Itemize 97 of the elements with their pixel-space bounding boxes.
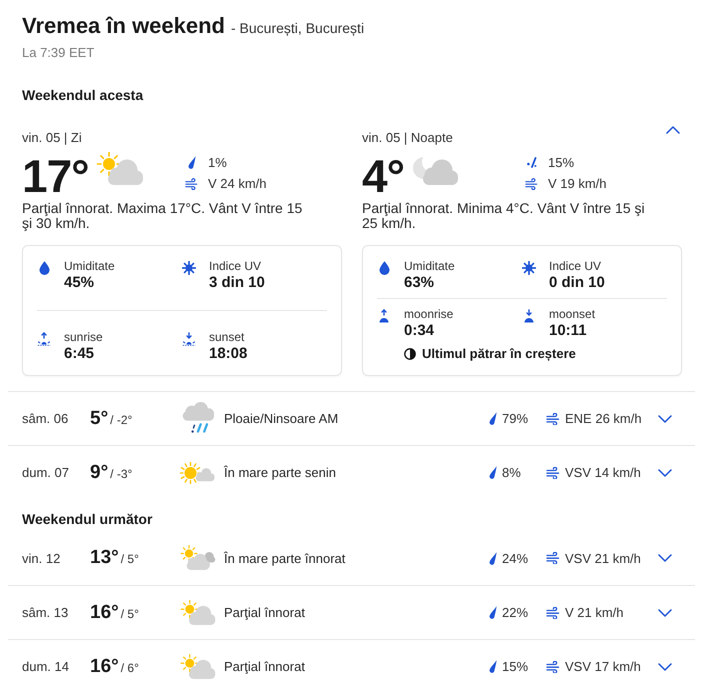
- updated-time: La 7:39 EET: [22, 44, 96, 61]
- water-drop-icon: [38, 261, 50, 275]
- precipitation-chance: 24%: [502, 550, 528, 566]
- day-date: vin. 12: [22, 550, 62, 566]
- rain-cloud-icon: [180, 402, 216, 436]
- wind-icon: [546, 660, 560, 672]
- detail-value: 3 din 10: [209, 274, 265, 291]
- sun-icon: [182, 261, 196, 275]
- low-temperature: / 5°: [120, 606, 139, 620]
- chevron-down-icon: [658, 468, 672, 476]
- high-temperature: 16°: [90, 656, 119, 678]
- precipitation-chance: 8%: [502, 465, 521, 480]
- detail-label: sunrise: [64, 330, 103, 345]
- weather-description: În mare parte senin: [224, 465, 338, 480]
- raindrop-icon: [489, 466, 497, 479]
- day-date: dum. 07: [22, 465, 70, 480]
- precipitation-chance: 15%: [502, 659, 528, 674]
- section-title: Weekendul acesta: [22, 87, 144, 104]
- day-date: sâm. 06: [22, 411, 70, 426]
- wind-icon: [546, 412, 560, 424]
- detail-label: moonset: [549, 306, 596, 322]
- raindrop-icon: [489, 606, 497, 619]
- moon-phase: Ultimul pătrar în creștere: [422, 346, 576, 362]
- drizzle-icon: [526, 157, 536, 168]
- detail-value: 18:08: [209, 345, 248, 362]
- detail-value: 0:34: [404, 322, 436, 339]
- current-temperature: 17°: [22, 152, 89, 200]
- wind-speed: VSV 17 km/h: [565, 659, 641, 674]
- weather-description: Parţial înnorat: [224, 605, 306, 620]
- detail-value: 0 din 10: [549, 274, 605, 291]
- detail-value: 10:11: [549, 322, 588, 339]
- sun-cloud-icon: [180, 600, 216, 626]
- chevron-down-icon: [658, 662, 672, 670]
- detail-label: Umiditate: [64, 259, 115, 274]
- low-temperature: / 5°: [120, 552, 139, 566]
- wind-speed: V 21 km/h: [565, 605, 624, 620]
- forecast-summary: Parţial înnorat. Minima 4°C. Vânt V între 15 şi 25 km/h.: [362, 201, 646, 231]
- precipitation-chance: 15%: [548, 155, 574, 170]
- sun-cloud-icon: [96, 152, 144, 186]
- wind-speed: VSV 14 km/h: [565, 465, 641, 480]
- period-label: vin. 05 | Noapte: [362, 130, 453, 146]
- sun-cloud-icon: [180, 654, 216, 680]
- detail-label: Indice UV: [209, 259, 262, 274]
- weather-description: În mare parte înnorat: [224, 550, 346, 566]
- sun-cloud-icon: [180, 460, 216, 486]
- raindrop-icon: [489, 412, 497, 425]
- precipitation-chance: 79%: [502, 411, 528, 426]
- sun-icon: [522, 261, 536, 275]
- weather-description: Parţial înnorat: [224, 659, 306, 674]
- wind-icon: [185, 178, 198, 190]
- low-temperature: / 6°: [120, 660, 139, 674]
- moonrise-icon: [377, 308, 391, 323]
- sunrise-icon: [37, 332, 51, 346]
- detail-label: sunset: [209, 330, 246, 345]
- moonset-icon: [522, 308, 536, 323]
- wind-icon: [546, 466, 560, 478]
- chevron-down-icon: [658, 608, 672, 616]
- section-title: Weekendul următor: [22, 511, 154, 528]
- sun-cloud-icon: [180, 545, 216, 571]
- wind-icon: [546, 606, 560, 618]
- high-temperature: 5°: [90, 408, 108, 430]
- high-temperature: 13°: [90, 547, 119, 569]
- chevron-down-icon: [658, 414, 672, 422]
- detail-label: Indice UV: [549, 259, 602, 274]
- wind-speed: V 24 km/h: [208, 176, 267, 191]
- page-title: Vremea în weekend: [22, 12, 225, 40]
- weather-description: Ploaie/Ninsoare AM: [224, 411, 340, 426]
- period-label: vin. 05 | Zi: [22, 130, 82, 146]
- low-temperature: / -3°: [110, 466, 132, 480]
- wind-speed: VSV 21 km/h: [565, 550, 641, 566]
- current-temperature: 4°: [362, 152, 404, 200]
- location-text: - București, București: [231, 20, 364, 36]
- detail-value: 45%: [64, 274, 96, 291]
- chevron-down-icon: [658, 554, 672, 562]
- detail-value: 63%: [404, 274, 436, 291]
- day-date: sâm. 13: [22, 605, 70, 620]
- precipitation-chance: 22%: [502, 605, 528, 620]
- sunset-icon: [182, 332, 196, 346]
- raindrop-icon: [489, 660, 497, 673]
- forecast-summary: Parţial înnorat. Maxima 17°C. Vânt V între 15 şi 30 km/h.: [22, 201, 304, 231]
- high-temperature: 9°: [90, 462, 108, 484]
- wind-icon: [525, 178, 538, 190]
- high-temperature: 16°: [90, 602, 119, 624]
- half-moon-icon: [404, 348, 416, 360]
- detail-value: 6:45: [64, 345, 96, 362]
- detail-label: Umiditate: [404, 259, 455, 274]
- precipitation-chance: 1%: [208, 155, 227, 170]
- detail-label: moonrise: [404, 306, 454, 322]
- water-drop-icon: [378, 261, 390, 275]
- wind-icon: [546, 552, 560, 564]
- low-temperature: / -2°: [110, 412, 132, 426]
- raindrop-icon: [489, 552, 497, 564]
- raindrop-icon: [188, 156, 196, 169]
- wind-speed: ENE 26 km/h: [565, 411, 642, 426]
- wind-speed: V 19 km/h: [548, 176, 607, 191]
- chevron-up-icon: [666, 126, 680, 134]
- day-date: dum. 14: [22, 659, 70, 674]
